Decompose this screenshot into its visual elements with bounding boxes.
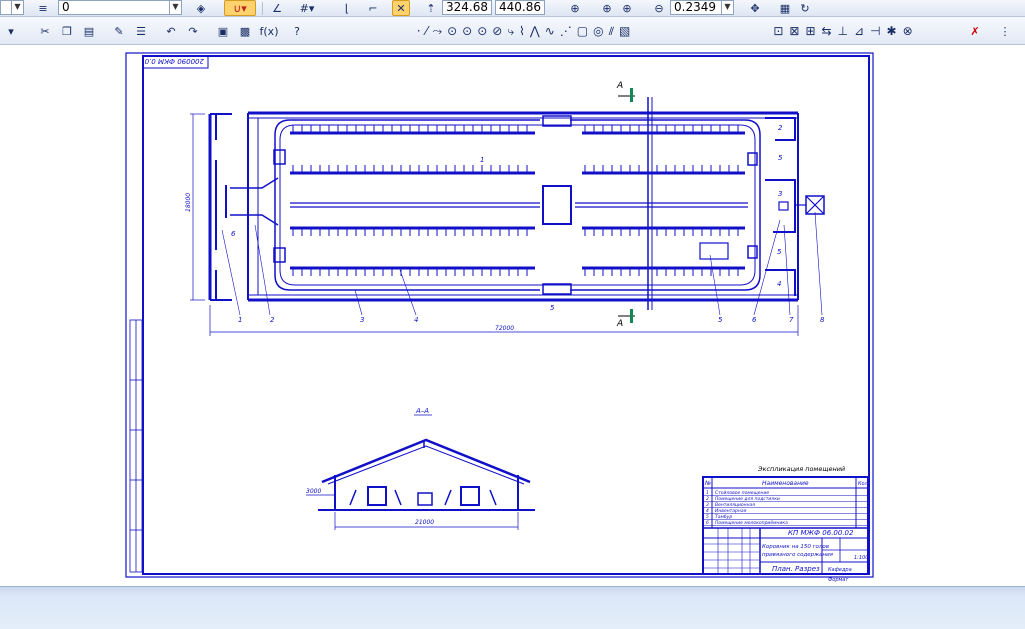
room-label-4: 4	[777, 280, 781, 288]
zoom-all-icon[interactable]: ⊕	[618, 0, 636, 16]
layer-manager-icon[interactable]: ◈	[192, 0, 210, 16]
project-title-2: привязного содержания	[762, 552, 834, 558]
org: Кафедра	[828, 567, 852, 573]
explication-num: 3	[706, 502, 709, 508]
pan-icon[interactable]: ✥	[746, 0, 764, 16]
dim-overall-length: 72000	[495, 325, 514, 332]
layers-icon[interactable]: ≡	[34, 0, 52, 16]
zoom-icon[interactable]: ⊕	[566, 0, 584, 16]
explication-name: Помещение для подстилки	[715, 496, 780, 502]
redraw-icon[interactable]: ↻	[796, 0, 814, 16]
section-title: А–А	[415, 407, 429, 415]
section-marker-top: А	[616, 81, 623, 91]
col-name: Наименование	[762, 480, 809, 487]
callout-8: 8	[820, 316, 825, 324]
function-icon[interactable]: f(x)	[258, 23, 280, 39]
callout-1: 1	[238, 316, 242, 324]
callout-7: 7	[789, 316, 794, 324]
room-label-2: 2	[778, 124, 783, 132]
chevron-down-icon[interactable]: ▼	[11, 1, 23, 14]
undo-icon[interactable]: ↶	[162, 23, 180, 39]
drawing-sheet: 200090 ФКМ 0.0 А А 1 2 3 4 5 5 5 6 1 2 3…	[125, 52, 874, 583]
round-icon[interactable]: ⌐	[364, 0, 382, 16]
cursor-coords-icon[interactable]: ⇡	[422, 0, 440, 16]
delete-icon[interactable]: ✗	[966, 23, 984, 39]
local-cs-icon[interactable]: ⌊	[338, 0, 356, 16]
snap-magnet-icon[interactable]: ∪▾	[224, 0, 256, 16]
help-icon[interactable]: ?	[288, 23, 306, 39]
chevron-down-icon[interactable]: ▼	[169, 1, 181, 14]
style-combo[interactable]: ▼	[0, 0, 24, 15]
col-area: Кол	[858, 481, 869, 487]
copy-icon[interactable]: ❐	[58, 23, 76, 39]
ortho-icon[interactable]: ∠	[268, 0, 286, 16]
explication-num: 2	[706, 496, 709, 502]
room-label-5a: 5	[778, 154, 783, 162]
zoom-scale-icon[interactable]: ⊖	[650, 0, 668, 16]
format-painter-icon[interactable]: ✎	[110, 23, 128, 39]
more-icon[interactable]: ⋮	[996, 23, 1014, 39]
zoom-field[interactable]: 0.2349 ▼	[670, 0, 734, 15]
project-title-1: Коровник на 150 голов	[762, 544, 829, 550]
callout-6: 6	[752, 316, 757, 324]
main-toolbar: ▾ ✂ ❐ ▤ ✎ ☰ ↶ ↷ ▣ ▩ f(x) ? ·⁄⤳⊙⊙⊙⊘⤷⌇⋀∿⋰▢…	[0, 17, 1025, 45]
grid-icon[interactable]: #▾	[298, 0, 316, 16]
explication-num: 4	[706, 508, 709, 514]
explication-name: Тамбур	[715, 514, 732, 520]
chevron-down-icon[interactable]: ▼	[721, 1, 733, 14]
left-margin-stamps	[129, 319, 143, 573]
drawing-canvas[interactable]: 200090 ФКМ 0.0 А А 1 2 3 4 5 5 5 6 1 2 3…	[0, 46, 1025, 586]
geometry-tools[interactable]: ·⁄⤳⊙⊙⊙⊘⤷⌇⋀∿⋰▢◎⫽▧	[336, 23, 716, 39]
section-marker-bottom: А	[616, 319, 623, 329]
paste-icon[interactable]: ▤	[80, 23, 98, 39]
callout-2: 2	[270, 316, 275, 324]
room-label-5c: 5	[550, 304, 555, 312]
section-view	[306, 414, 535, 530]
zoom-window-icon[interactable]: ⊕	[598, 0, 616, 16]
room-label-6: 6	[231, 230, 236, 238]
doc-code: КП МЖФ 06.00.02	[788, 529, 854, 537]
sheet-title: План. Разрез	[772, 565, 820, 573]
section-labels: А–А 21000 3000	[306, 407, 434, 526]
explication-num: 6	[706, 520, 709, 526]
refresh-icon[interactable]: ▦	[776, 0, 794, 16]
coord-x-field[interactable]: 324.68	[442, 0, 492, 15]
explication-name: Помещение молокоприёмника	[715, 520, 788, 526]
section-dim-width: 21000	[415, 519, 434, 526]
room-label-1: 1	[480, 156, 484, 164]
callout-4: 4	[414, 316, 418, 324]
room-label-3: 3	[778, 190, 782, 198]
properties-icon[interactable]: ☰	[132, 23, 150, 39]
callout-3: 3	[360, 316, 364, 324]
dim-width: 18000	[185, 193, 192, 212]
explication-name: Вентиляционная	[715, 502, 755, 508]
menu-overflow-icon[interactable]: ▾	[2, 23, 20, 39]
title-block-text: Экспликация помещений № Наименование Кол…	[704, 465, 869, 583]
scale: 1:100	[854, 555, 868, 561]
snap-toggle-icon[interactable]: ✕	[392, 0, 410, 16]
format-label: Формат	[828, 577, 849, 583]
stall-rows	[290, 125, 745, 276]
properties-toolbar: ▼ ≡ 0 ▼ ◈ ∪▾ ∠ #▾ ⌊ ⌐ ✕ ⇡ 324.68 440.86 ⊕…	[0, 0, 1025, 17]
cut-icon[interactable]: ✂	[36, 23, 54, 39]
redo-icon[interactable]: ↷	[184, 23, 202, 39]
col-num: №	[704, 480, 711, 487]
top-stamp-text: 200090 ФКМ 0.0	[144, 57, 204, 65]
edit-tools[interactable]: ⊡⊠⊞⇆⊥⊿⊣✱⊗	[736, 23, 956, 39]
layer-combo[interactable]: 0 ▼	[58, 0, 182, 15]
explication-name: Инвентарная	[715, 508, 747, 514]
explication-num: 1	[706, 490, 709, 496]
status-bar	[0, 586, 1025, 629]
coord-y-field[interactable]: 440.86	[495, 0, 545, 15]
explication-num: 5	[706, 514, 709, 520]
room-label-5b: 5	[777, 248, 782, 256]
callout-5: 5	[718, 316, 723, 324]
manager-icon[interactable]: ▣	[214, 23, 232, 39]
table-caption: Экспликация помещений	[757, 465, 845, 473]
section-dim-side: 3000	[306, 488, 321, 495]
explication-name: Стойловое помещение	[715, 490, 769, 496]
library-icon[interactable]: ▩	[236, 23, 254, 39]
